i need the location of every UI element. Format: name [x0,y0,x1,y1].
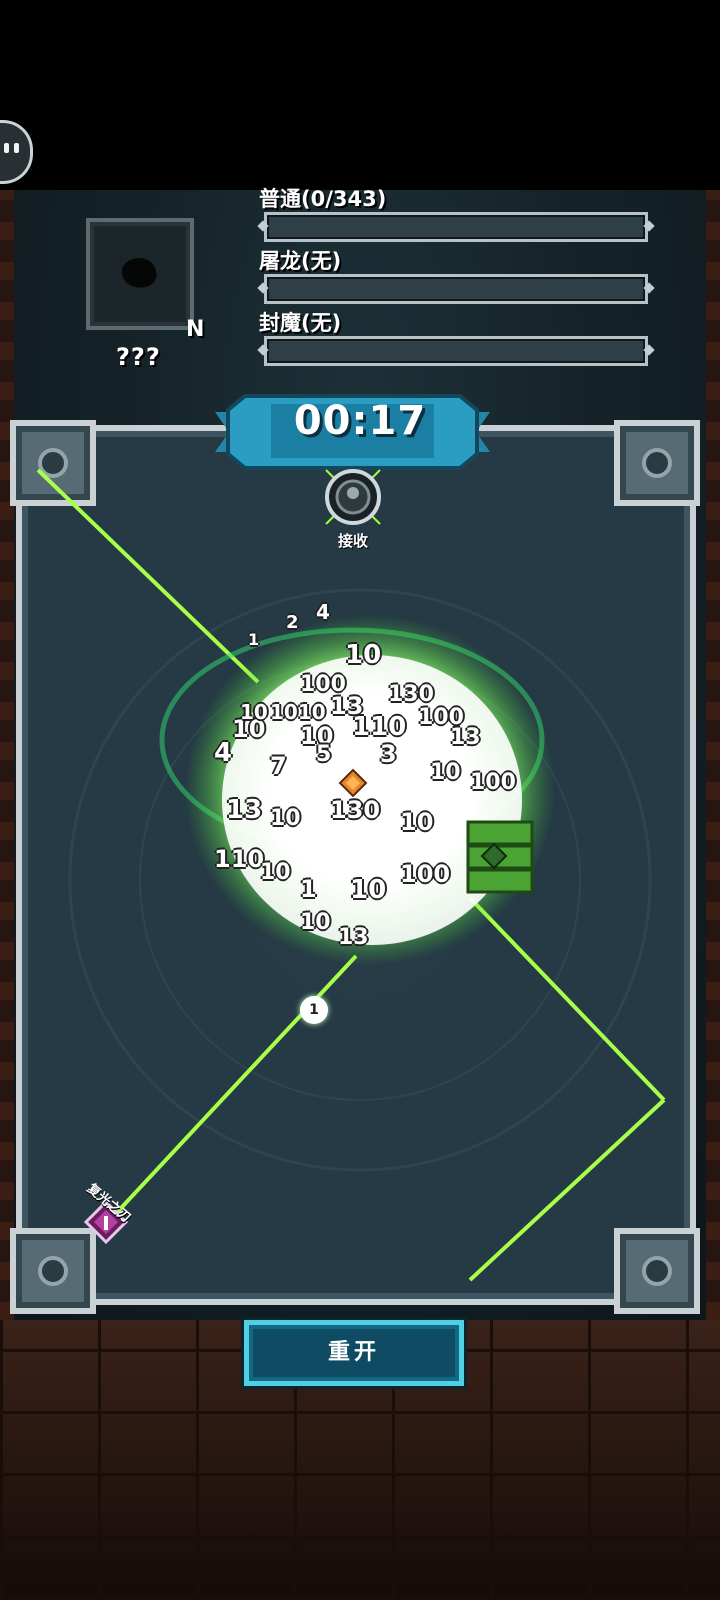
target-icon [325,469,381,525]
receiver-label: 接收 [337,532,368,550]
projectile-orb: 1 [300,996,328,1024]
game-scene: N ??? 普通(0/343) 屠龙(无) 封魔(无) 00:17 接收 10 … [0,0,720,1600]
explosion-core [222,655,522,945]
orange-gem-icon [338,768,368,798]
countdown-timer: 00:17 [293,398,427,444]
restart-button[interactable]: 重开 [244,1320,464,1386]
enemy-stack [466,820,534,894]
